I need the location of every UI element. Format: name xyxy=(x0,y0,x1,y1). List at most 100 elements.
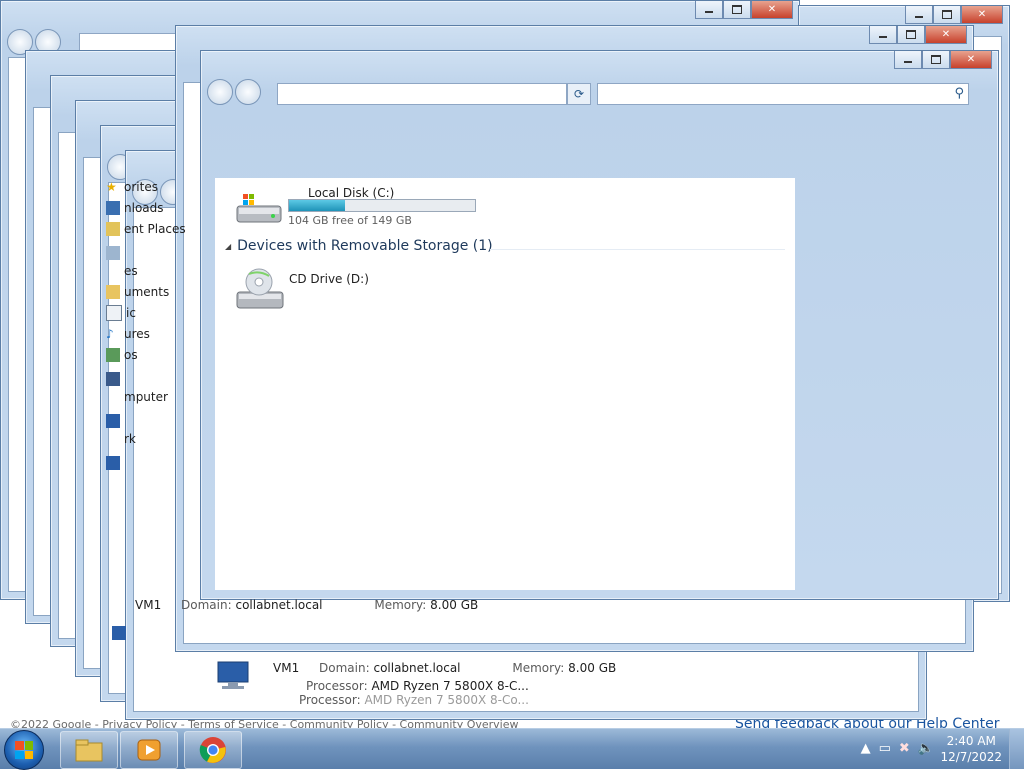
computer-icon xyxy=(112,626,126,640)
processor-value: AMD Ryzen 7 5800X 8-C... xyxy=(371,679,529,693)
computer-icon xyxy=(106,414,120,428)
show-desktop-button[interactable] xyxy=(1009,729,1024,769)
domain-label: Domain: xyxy=(319,661,370,675)
processor-label: Processor: xyxy=(306,679,368,693)
sidebar-item-label: ures xyxy=(124,327,150,341)
sidebar-item-film[interactable] xyxy=(106,370,124,388)
search-box[interactable]: ⚲ xyxy=(597,83,969,105)
sidebar-item-videos[interactable]: os xyxy=(106,346,138,364)
close-button[interactable]: ✕ xyxy=(751,1,793,19)
minimize-button[interactable] xyxy=(905,6,933,24)
downloads-icon xyxy=(106,201,120,215)
sidebar-item-network-icon[interactable] xyxy=(106,412,124,430)
clock-date: 12/7/2022 xyxy=(940,750,1002,764)
sidebar-item-libraries-icon[interactable] xyxy=(106,244,124,262)
sidebar-item-label: orites xyxy=(124,180,158,194)
sidebar-item-favorites[interactable]: ★ orites xyxy=(106,178,158,196)
sidebar-item-label: os xyxy=(124,348,138,362)
media-player-icon xyxy=(137,739,161,761)
media-player-taskbar-button[interactable] xyxy=(120,731,178,769)
details-pane-b: VM1 Domain: collabnet.local Memory: 8.00… xyxy=(273,661,616,675)
maximize-button[interactable] xyxy=(933,6,961,24)
libraries-icon xyxy=(106,246,120,260)
caption-buttons: ✕ xyxy=(869,26,967,44)
disk-usage-bar xyxy=(288,199,476,212)
disk-usage-fill xyxy=(289,200,345,211)
system-tray: ▲ ▭ ✖ 🔈 xyxy=(861,741,934,756)
sidebar-item-label: mputer xyxy=(124,390,168,404)
clock-time: 2:40 AM xyxy=(946,734,996,748)
pictures-icon: ♪ xyxy=(106,327,114,341)
sidebar-item-music[interactable]: ic xyxy=(106,304,136,322)
hard-drive-icon xyxy=(236,194,282,223)
removable-storage-group-header[interactable]: ◢ Devices with Removable Storage (1) xyxy=(225,238,493,254)
computer-icon xyxy=(217,661,249,689)
cd-drive-d-item[interactable]: CD Drive (D:) xyxy=(235,266,435,314)
maximize-button[interactable] xyxy=(897,26,925,44)
minimize-button[interactable] xyxy=(894,51,922,69)
sidebar-item-pictures[interactable]: ♪ ures xyxy=(106,325,150,343)
group-divider xyxy=(490,249,785,250)
sidebar-item-label: uments xyxy=(124,285,170,299)
chrome-taskbar-button[interactable] xyxy=(184,731,242,769)
maximize-button[interactable] xyxy=(723,1,751,19)
chrome-icon xyxy=(199,737,226,763)
close-button[interactable]: ✕ xyxy=(925,26,967,44)
computer-name: VM1 xyxy=(273,661,300,675)
domain-label: Domain: xyxy=(181,598,232,612)
disk-free-space: 104 GB free of 149 GB xyxy=(288,214,412,227)
back-button[interactable] xyxy=(207,79,233,105)
spacer-icon xyxy=(106,432,120,446)
memory-value: 8.00 GB xyxy=(568,661,617,675)
sidebar-item-recent-places[interactable]: ent Places xyxy=(106,220,186,238)
sidebar-item-label: ic xyxy=(126,306,136,320)
action-center-icon[interactable]: ▭ xyxy=(879,741,891,756)
show-hidden-icons-arrow-icon[interactable]: ▲ xyxy=(861,741,871,756)
memory-label: Memory: xyxy=(374,598,427,612)
sidebar-item-computer[interactable]: mputer xyxy=(106,388,168,406)
music-icon xyxy=(106,305,122,321)
network-icon xyxy=(106,456,120,470)
volume-icon[interactable]: 🔈 xyxy=(918,741,934,756)
minimize-button[interactable] xyxy=(695,1,723,19)
taskbar: ▲ ▭ ✖ 🔈 2:40 AM 12/7/2022 xyxy=(0,728,1024,770)
details-pane-d: Processor: AMD Ryzen 7 5800X 8-Co... xyxy=(299,693,529,707)
local-disk-label: Local Disk (C:) xyxy=(308,186,395,200)
forward-button[interactable] xyxy=(235,79,261,105)
sidebar-item-label: rk xyxy=(124,432,136,446)
address-bar[interactable] xyxy=(277,83,567,105)
star-icon: ★ xyxy=(106,180,117,194)
windows-explorer-taskbar-button[interactable] xyxy=(60,731,118,769)
domain-value: collabnet.local xyxy=(373,661,461,675)
details-pane-c: Processor: AMD Ryzen 7 5800X 8-C... xyxy=(306,679,529,693)
group-header-label: Devices with Removable Storage (1) xyxy=(237,238,493,254)
sidebar-item-label: nloads xyxy=(124,201,164,215)
cd-drive-icon xyxy=(236,268,284,309)
sidebar-item-label: ent Places xyxy=(124,222,186,236)
search-icon: ⚲ xyxy=(954,86,964,101)
collapse-triangle-icon: ◢ xyxy=(225,241,232,251)
network-status-icon[interactable]: ✖ xyxy=(899,741,910,756)
computer-name: VM1 xyxy=(135,598,162,612)
film-icon xyxy=(106,372,120,386)
close-button[interactable]: ✕ xyxy=(961,6,1003,24)
sidebar-item-libraries[interactable]: es xyxy=(106,262,138,280)
refresh-button[interactable]: ⟳ xyxy=(567,83,591,105)
caption-buttons: ✕ xyxy=(695,1,793,19)
close-button[interactable]: ✕ xyxy=(950,51,992,69)
navigation-buttons xyxy=(207,79,261,105)
sidebar-item-network[interactable]: rk xyxy=(106,430,136,448)
minimize-button[interactable] xyxy=(869,26,897,44)
folder-icon xyxy=(75,739,103,762)
recent-places-icon xyxy=(106,222,120,236)
windows-logo-icon xyxy=(15,741,33,759)
caption-buttons: ✕ xyxy=(905,6,1003,24)
sidebar-item-downloads[interactable]: nloads xyxy=(106,199,164,217)
sidebar-item-documents[interactable]: uments xyxy=(106,283,169,301)
maximize-button[interactable] xyxy=(922,51,950,69)
memory-value: 8.00 GB xyxy=(430,598,479,612)
system-clock[interactable]: 2:40 AM 12/7/2022 xyxy=(940,733,1002,765)
start-button[interactable] xyxy=(4,730,44,770)
sidebar-item-homegroup[interactable] xyxy=(106,454,124,472)
memory-label: Memory: xyxy=(512,661,565,675)
